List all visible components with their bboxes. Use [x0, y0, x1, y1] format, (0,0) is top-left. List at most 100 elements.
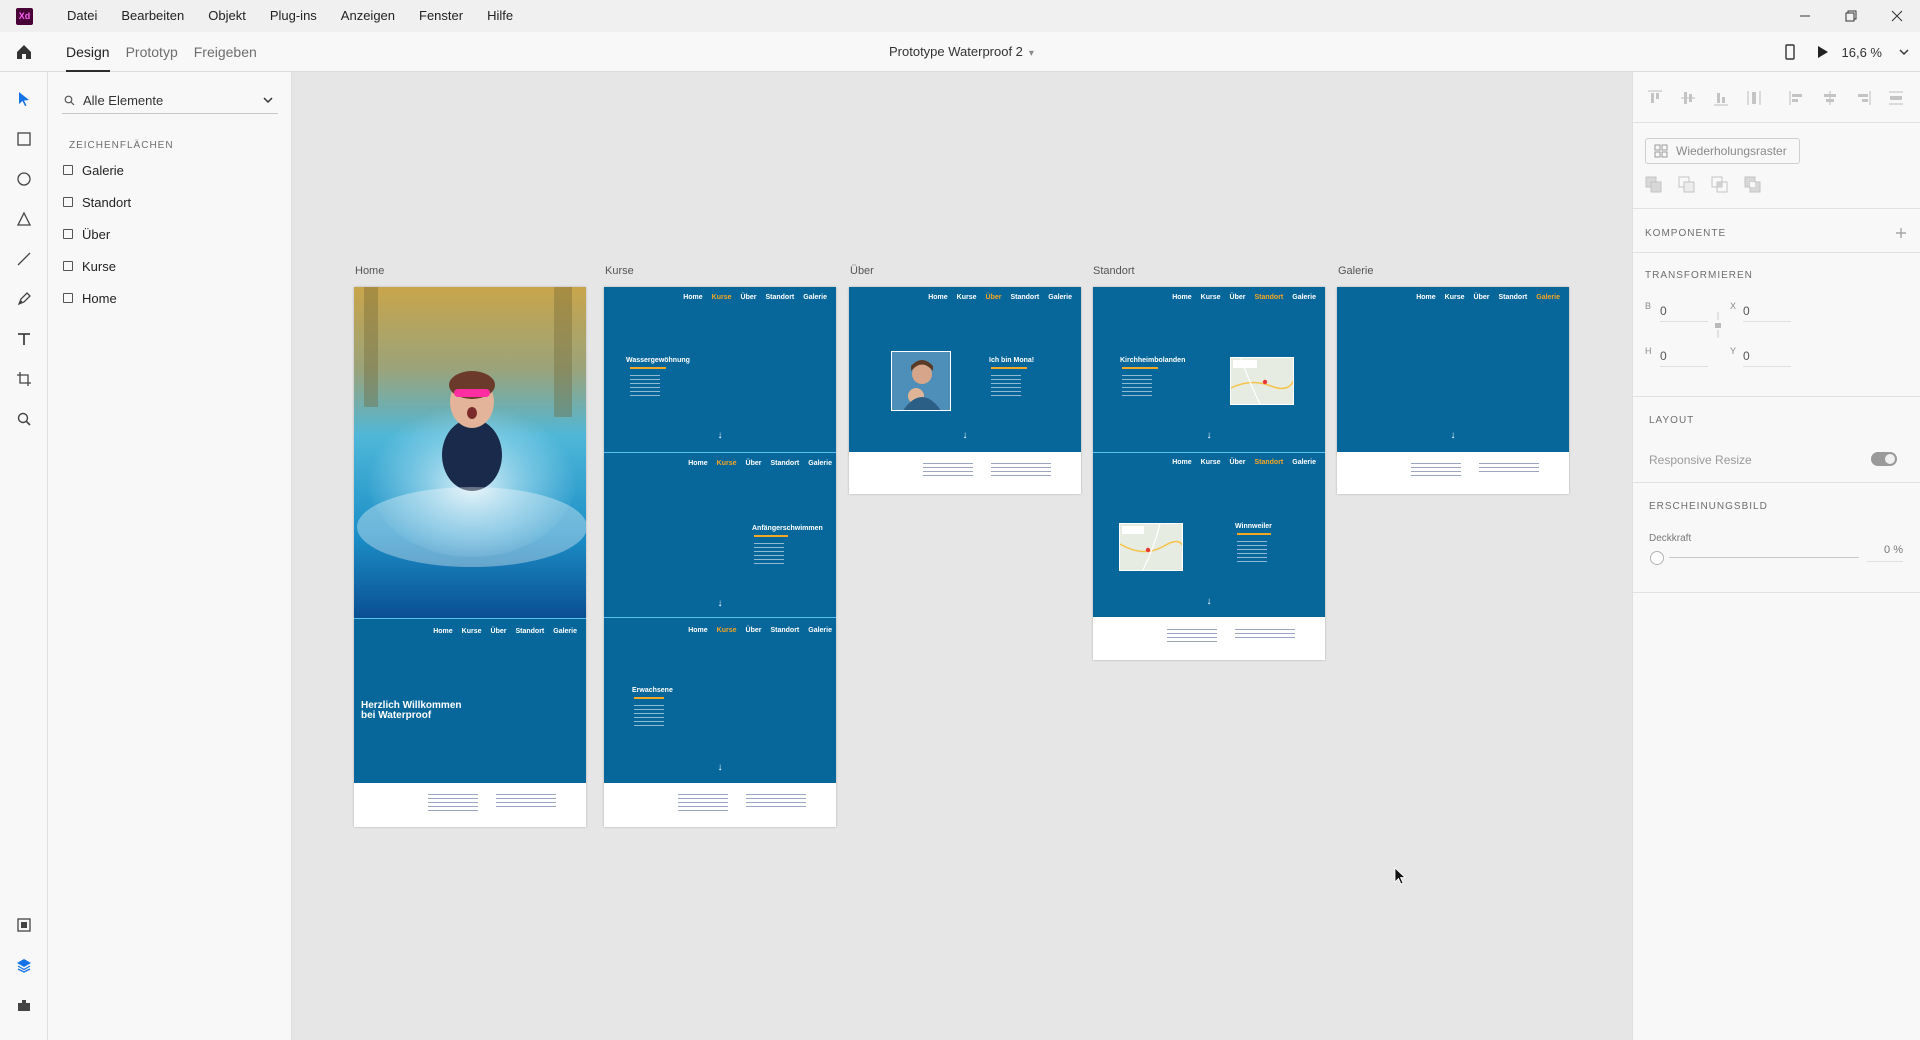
- polygon-tool[interactable]: [11, 206, 37, 232]
- layer-item-standort[interactable]: Standort: [63, 190, 283, 214]
- nav-standort[interactable]: Standort: [1010, 294, 1039, 301]
- nav-galerie[interactable]: Galerie: [803, 294, 827, 301]
- zoom-tool[interactable]: [11, 406, 37, 432]
- ellipse-tool[interactable]: [11, 166, 37, 192]
- opacity-slider-handle[interactable]: [1650, 551, 1664, 565]
- restore-button[interactable]: [1828, 0, 1874, 32]
- nav-galerie[interactable]: Galerie: [1048, 294, 1072, 301]
- align-left-icon[interactable]: [1789, 90, 1805, 106]
- nav-galerie[interactable]: Galerie: [553, 628, 577, 635]
- artboard-ueber[interactable]: Home Kurse Über Standort Galerie Ich bin…: [849, 287, 1081, 494]
- scroll-down-arrow[interactable]: ↓: [715, 762, 725, 773]
- distribute-horizontal-icon[interactable]: [1888, 90, 1904, 106]
- align-right-icon[interactable]: [1855, 90, 1871, 106]
- map-kirchheimbolanden[interactable]: [1230, 357, 1294, 405]
- nav-kurse[interactable]: Kurse: [717, 627, 737, 634]
- nav-ueber[interactable]: Über: [491, 628, 507, 635]
- nav-kurse[interactable]: Kurse: [957, 294, 977, 301]
- design-canvas[interactable]: Home Kurse Über Standort Galerie Home Ku…: [292, 72, 1632, 1040]
- nav-kurse[interactable]: Kurse: [712, 294, 732, 301]
- artboard-label-standort[interactable]: Standort: [1093, 265, 1135, 277]
- nav-ueber[interactable]: Über: [746, 460, 762, 467]
- nav-galerie[interactable]: Galerie: [808, 460, 832, 467]
- nav-kurse[interactable]: Kurse: [1445, 294, 1465, 301]
- rectangle-tool[interactable]: [11, 126, 37, 152]
- nav-standort[interactable]: Standort: [765, 294, 794, 301]
- artboard-label-galerie[interactable]: Galerie: [1338, 265, 1373, 277]
- tab-prototyp[interactable]: Prototyp: [126, 32, 178, 72]
- artboard-standort[interactable]: Home Kurse Über Standort Galerie Kirchhe…: [1093, 287, 1325, 660]
- opacity-value[interactable]: 0 %: [1867, 544, 1903, 562]
- width-field[interactable]: 0: [1660, 304, 1708, 322]
- home-button[interactable]: [12, 40, 36, 64]
- nav-ueber[interactable]: Über: [1474, 294, 1490, 301]
- artboard-tool[interactable]: [11, 366, 37, 392]
- layer-item-home[interactable]: Home: [63, 286, 283, 310]
- nav-standort[interactable]: Standort: [770, 627, 799, 634]
- nav-galerie[interactable]: Galerie: [1292, 294, 1316, 301]
- distribute-vertical-icon[interactable]: [1746, 90, 1762, 106]
- boolean-intersect-icon[interactable]: [1711, 176, 1729, 194]
- boolean-exclude-icon[interactable]: [1744, 176, 1762, 194]
- y-field[interactable]: 0: [1743, 349, 1791, 367]
- menu-plugins[interactable]: Plug-ins: [258, 0, 329, 32]
- nav-home[interactable]: Home: [433, 628, 452, 635]
- height-field[interactable]: 0: [1660, 349, 1708, 367]
- artboard-kurse[interactable]: Home Kurse Über Standort Galerie Wasserg…: [604, 287, 836, 827]
- layer-item-kurse[interactable]: Kurse: [63, 254, 283, 278]
- document-title[interactable]: Prototype Waterproof 2 ▾: [889, 32, 1034, 74]
- layers-button[interactable]: [11, 952, 37, 978]
- nav-galerie[interactable]: Galerie: [808, 627, 832, 634]
- scroll-down-arrow[interactable]: ↓: [715, 430, 725, 441]
- align-top-icon[interactable]: [1647, 90, 1663, 106]
- nav-standort[interactable]: Standort: [1498, 294, 1527, 301]
- align-middle-icon[interactable]: [1680, 90, 1696, 106]
- line-tool[interactable]: [11, 246, 37, 272]
- menu-hilfe[interactable]: Hilfe: [475, 0, 525, 32]
- menu-fenster[interactable]: Fenster: [407, 0, 475, 32]
- plugins-button[interactable]: [11, 992, 37, 1018]
- nav-home[interactable]: Home: [1416, 294, 1435, 301]
- responsive-resize-toggle[interactable]: [1871, 452, 1897, 466]
- layer-item-galerie[interactable]: Galerie: [63, 158, 283, 182]
- scroll-down-arrow[interactable]: ↓: [1204, 596, 1214, 607]
- menu-datei[interactable]: Datei: [55, 0, 109, 32]
- lock-aspect-icon[interactable]: [1714, 312, 1722, 338]
- zoom-level[interactable]: 16,6 %: [1842, 45, 1882, 60]
- menu-anzeigen[interactable]: Anzeigen: [329, 0, 407, 32]
- opacity-slider-track[interactable]: [1669, 557, 1859, 558]
- assets-button[interactable]: [11, 912, 37, 938]
- nav-home[interactable]: Home: [1172, 294, 1191, 301]
- nav-home[interactable]: Home: [688, 460, 707, 467]
- nav-ueber[interactable]: Über: [1230, 294, 1246, 301]
- boolean-subtract-icon[interactable]: [1678, 176, 1696, 194]
- map-winnweiler[interactable]: [1119, 523, 1183, 571]
- nav-galerie[interactable]: Galerie: [1292, 459, 1316, 466]
- nav-home[interactable]: Home: [1172, 459, 1191, 466]
- align-center-icon[interactable]: [1822, 90, 1838, 106]
- scroll-down-arrow[interactable]: ↓: [1448, 430, 1458, 441]
- nav-kurse[interactable]: Kurse: [462, 628, 482, 635]
- nav-home[interactable]: Home: [688, 627, 707, 634]
- zoom-dropdown-button[interactable]: [1888, 32, 1920, 72]
- pen-tool[interactable]: [11, 286, 37, 312]
- nav-standort[interactable]: Standort: [1254, 459, 1283, 466]
- scroll-down-arrow[interactable]: ↓: [715, 598, 725, 609]
- nav-ueber[interactable]: Über: [1230, 459, 1246, 466]
- x-field[interactable]: 0: [1743, 304, 1791, 322]
- align-bottom-icon[interactable]: [1713, 90, 1729, 106]
- nav-kurse[interactable]: Kurse: [1201, 459, 1221, 466]
- nav-home[interactable]: Home: [928, 294, 947, 301]
- menu-objekt[interactable]: Objekt: [196, 0, 258, 32]
- nav-kurse[interactable]: Kurse: [1201, 294, 1221, 301]
- menu-bearbeiten[interactable]: Bearbeiten: [109, 0, 196, 32]
- artboard-label-home[interactable]: Home: [355, 265, 384, 277]
- minimize-button[interactable]: [1782, 0, 1828, 32]
- tab-freigeben[interactable]: Freigeben: [194, 32, 257, 72]
- nav-standort[interactable]: Standort: [770, 460, 799, 467]
- nav-ueber[interactable]: Über: [986, 294, 1002, 301]
- nav-ueber[interactable]: Über: [741, 294, 757, 301]
- nav-ueber[interactable]: Über: [746, 627, 762, 634]
- artboard-galerie[interactable]: Home Kurse Über Standort Galerie ↓: [1337, 287, 1569, 494]
- nav-kurse[interactable]: Kurse: [717, 460, 737, 467]
